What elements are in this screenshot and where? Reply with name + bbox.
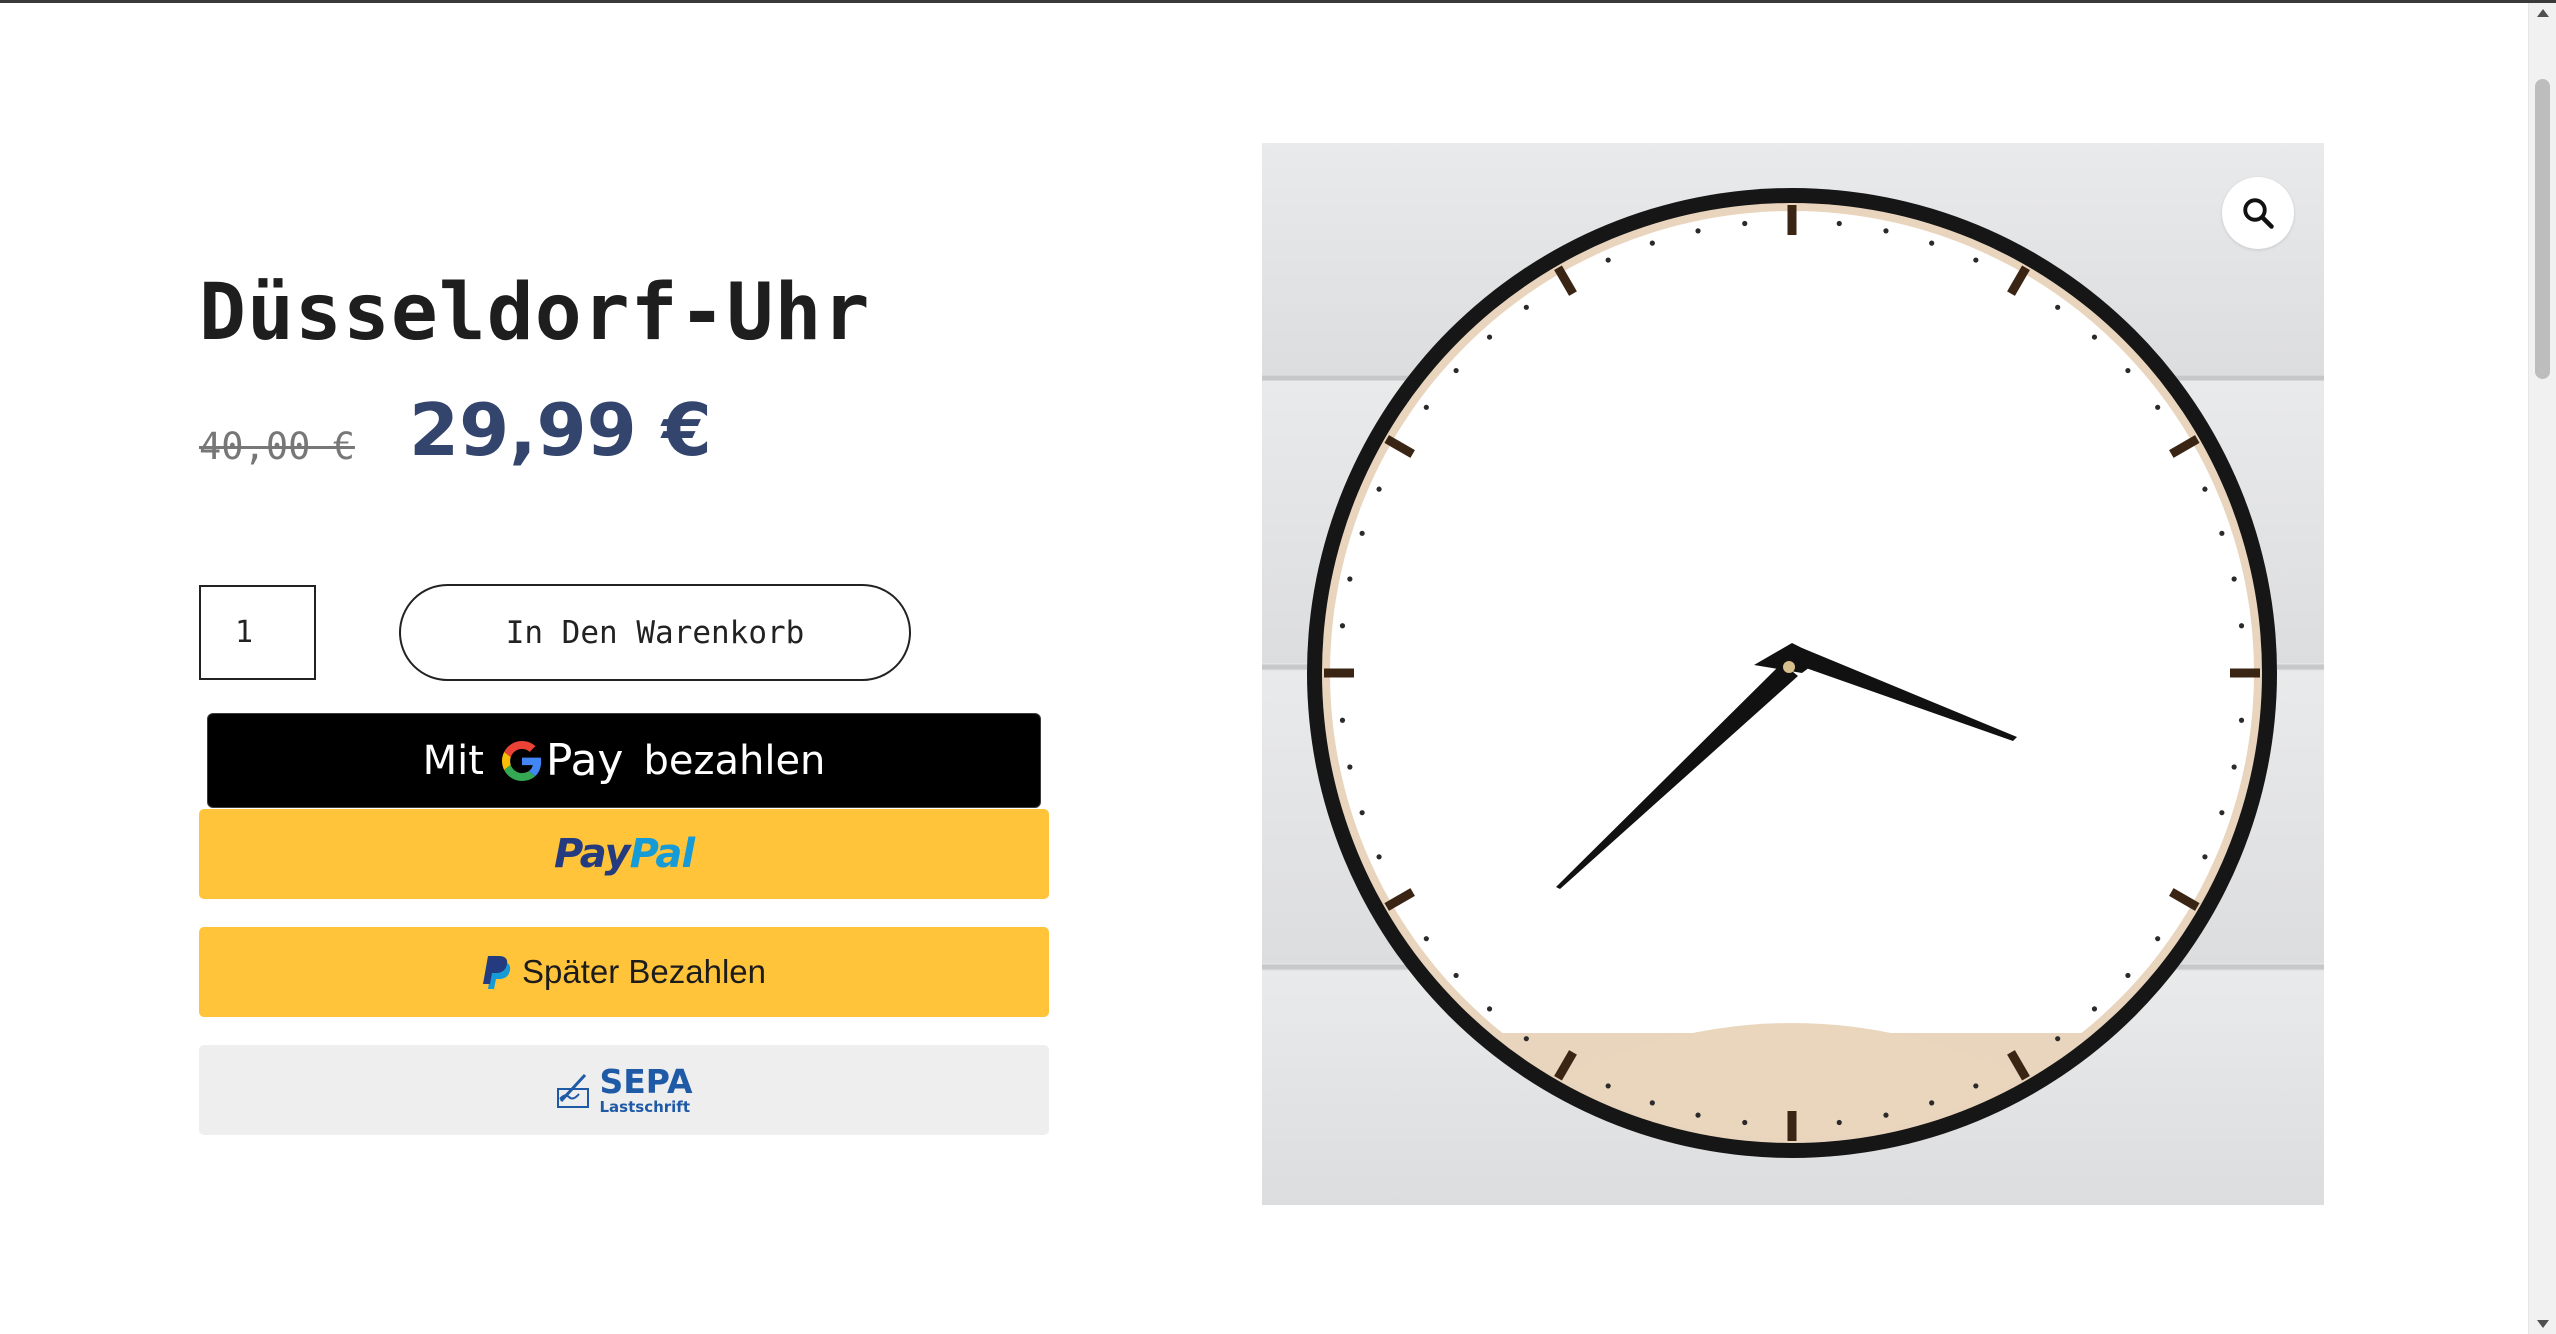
clock-minute-dot xyxy=(1339,623,1346,629)
clock-minute-dot xyxy=(2238,623,2245,629)
clock-minute-dot xyxy=(2231,764,2237,770)
clock-minute-dot xyxy=(1376,486,1382,492)
clock-minute-dot xyxy=(1883,1112,1889,1118)
zoom-button[interactable] xyxy=(2222,177,2294,249)
clock-minute-dot xyxy=(1359,810,1365,816)
sepa-sublabel: Lastschrift xyxy=(599,1098,690,1116)
clock-minute-dot xyxy=(2091,1006,2098,1012)
clock-minute-dot xyxy=(1486,334,1493,340)
gpay-brand: Pay xyxy=(545,735,624,786)
clock-minute-dot xyxy=(1649,240,1655,246)
clock-minute-dot xyxy=(2055,304,2061,310)
clock-minute-dot xyxy=(2125,367,2131,374)
clock-minute-dot xyxy=(1695,1112,1701,1118)
clock-minute-dot xyxy=(1605,257,1611,263)
gpay-suffix: bezahlen xyxy=(643,737,826,784)
page-scrollbar[interactable] xyxy=(2528,3,2556,1334)
clock-minute-dot xyxy=(1486,1006,1493,1012)
price-original: 40,00 € xyxy=(199,425,355,468)
gpay-prefix: Mit xyxy=(422,737,484,784)
clock-minute-dot xyxy=(2238,717,2245,723)
paypal-logo-part1: Pay xyxy=(553,831,631,877)
magnifier-icon xyxy=(2243,198,2274,229)
clock-minute-dot xyxy=(1423,936,1429,942)
clock-minute-dot xyxy=(1605,1083,1611,1089)
clock-minute-dot xyxy=(1376,854,1382,860)
paypal-logo: PayPal xyxy=(553,831,695,877)
clock-minute-dot xyxy=(1347,764,1353,770)
sepa-label: SEPA xyxy=(599,1062,693,1101)
clock-minute-dot xyxy=(2202,854,2208,860)
clock-minute-dot xyxy=(1347,576,1353,582)
sepa-direct-debit-button[interactable]: SEPA Lastschrift xyxy=(199,1045,1049,1135)
clock-minute-dot xyxy=(1695,228,1701,234)
clock-minute-dot xyxy=(1929,1100,1935,1106)
clock-minute-dot xyxy=(1453,367,1459,374)
add-to-cart-button[interactable]: In Den Warenkorb xyxy=(399,584,911,681)
price-sale: 29,99 € xyxy=(409,388,712,472)
clock-minute-dot xyxy=(2219,530,2225,536)
clock-minute-dot xyxy=(1929,240,1935,246)
clock-minute-dot xyxy=(2091,334,2098,340)
clock-minute-dot xyxy=(2125,972,2131,979)
google-g-icon xyxy=(501,740,542,781)
scrollbar-thumb[interactable] xyxy=(2535,79,2550,379)
clock-minute-dot xyxy=(1742,220,1748,227)
clock-minute-dot xyxy=(1523,1036,1529,1042)
quantity-input[interactable] xyxy=(199,585,316,680)
clock-minute-dot xyxy=(1649,1100,1655,1106)
clock-minute-dot xyxy=(1836,220,1842,227)
clock-minute-dot xyxy=(1973,1083,1979,1089)
product-title: Düsseldorf-Uhr xyxy=(199,268,871,358)
clock-minute-dot xyxy=(1883,228,1889,234)
clock-minute-dot xyxy=(1742,1119,1748,1126)
scroll-up-arrow[interactable] xyxy=(2537,9,2549,17)
clock-minute-dot xyxy=(1973,257,1979,263)
clock-minute-dot xyxy=(1423,404,1429,410)
clock-minute-dot xyxy=(2055,1036,2061,1042)
clock-minute-dot xyxy=(2231,576,2237,582)
sepa-signature-icon xyxy=(557,1073,590,1108)
clock-illustration xyxy=(1262,143,2324,1205)
paypal-button[interactable]: PayPal xyxy=(199,809,1049,899)
clock-minute-dot xyxy=(2202,486,2208,492)
clock-minute-dot xyxy=(1836,1119,1842,1126)
product-image[interactable] xyxy=(1262,143,2324,1205)
sepa-logo: SEPA Lastschrift xyxy=(555,1062,693,1116)
pay-later-label: Später Bezahlen xyxy=(521,953,766,990)
clock-minute-dot xyxy=(1523,304,1529,310)
paypal-p-icon xyxy=(482,956,511,989)
clock-minute-dot xyxy=(2155,404,2161,410)
clock-minute-dot xyxy=(1339,717,1346,723)
clock-minute-dot xyxy=(1453,972,1459,979)
google-pay-button[interactable]: Mit Pay bezahlen xyxy=(207,713,1041,808)
paypal-logo-part2: Pal xyxy=(629,831,695,877)
clock-minute-dot xyxy=(2219,810,2225,816)
paypal-pay-later-button[interactable]: Später Bezahlen xyxy=(199,927,1049,1017)
clock-minute-dot xyxy=(2155,936,2161,942)
clock-minute-dot xyxy=(1359,530,1365,536)
scroll-down-arrow[interactable] xyxy=(2537,1320,2549,1328)
